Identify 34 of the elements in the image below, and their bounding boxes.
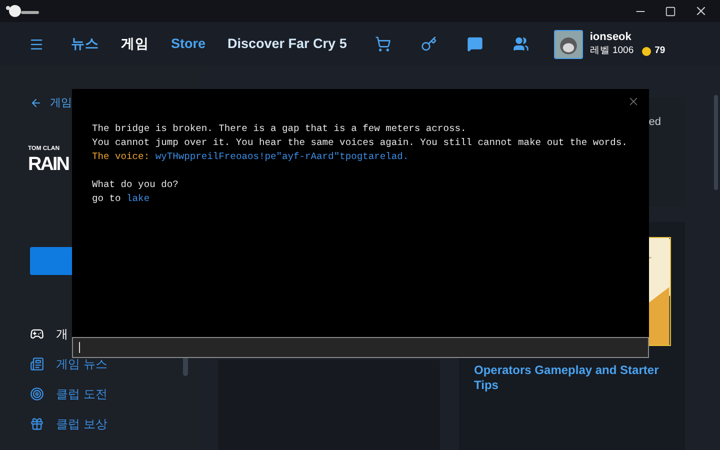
- key-icon[interactable]: [420, 36, 437, 52]
- article-title[interactable]: Operators Gameplay and Starter Tips: [474, 363, 671, 393]
- scrollbar[interactable]: [714, 95, 718, 190]
- gift-icon: [30, 417, 44, 431]
- user-level: 레벨 1006: [590, 44, 634, 58]
- back-arrow-icon: [30, 97, 42, 109]
- username: ionseok: [590, 30, 632, 44]
- text-cursor-icon: [79, 342, 80, 353]
- avatar[interactable]: [554, 30, 583, 58]
- sidebar-item[interactable]: 게임 뉴스: [30, 357, 200, 371]
- console-line: The voice: wyTHwppreilFreoaos!pe"ayf-rAard"tpogtarelad.: [92, 150, 410, 164]
- command-input[interactable]: [72, 337, 649, 358]
- console-line: go to lake: [92, 192, 151, 206]
- friends-icon[interactable]: [512, 36, 529, 52]
- game-logo: RAIN: [28, 153, 68, 177]
- target-icon: [30, 387, 44, 401]
- gamepad-icon: [30, 327, 44, 341]
- close-icon[interactable]: [694, 4, 708, 18]
- nav-tab[interactable]: Discover Far Cry 5: [228, 34, 347, 54]
- coin-icon: [642, 46, 651, 56]
- menu-icon[interactable]: [29, 36, 44, 52]
- maximize-icon[interactable]: [665, 6, 676, 16]
- cart-icon[interactable]: [374, 36, 391, 52]
- nav-tab[interactable]: Store: [171, 34, 206, 54]
- sidebar-item[interactable]: 클럽 도전: [30, 387, 200, 401]
- chat-icon[interactable]: [466, 36, 483, 52]
- back-link[interactable]: 게임: [30, 96, 200, 110]
- nav-tab[interactable]: 뉴스: [71, 34, 99, 54]
- news-icon: [30, 357, 44, 371]
- coin-count: 79: [654, 44, 666, 58]
- sidebar-item[interactable]: 개: [30, 327, 200, 341]
- sidebar-item[interactable]: 클럽 보상: [30, 417, 200, 431]
- console-line: What do you do?: [92, 178, 180, 192]
- nav-tab[interactable]: 게임: [121, 34, 149, 54]
